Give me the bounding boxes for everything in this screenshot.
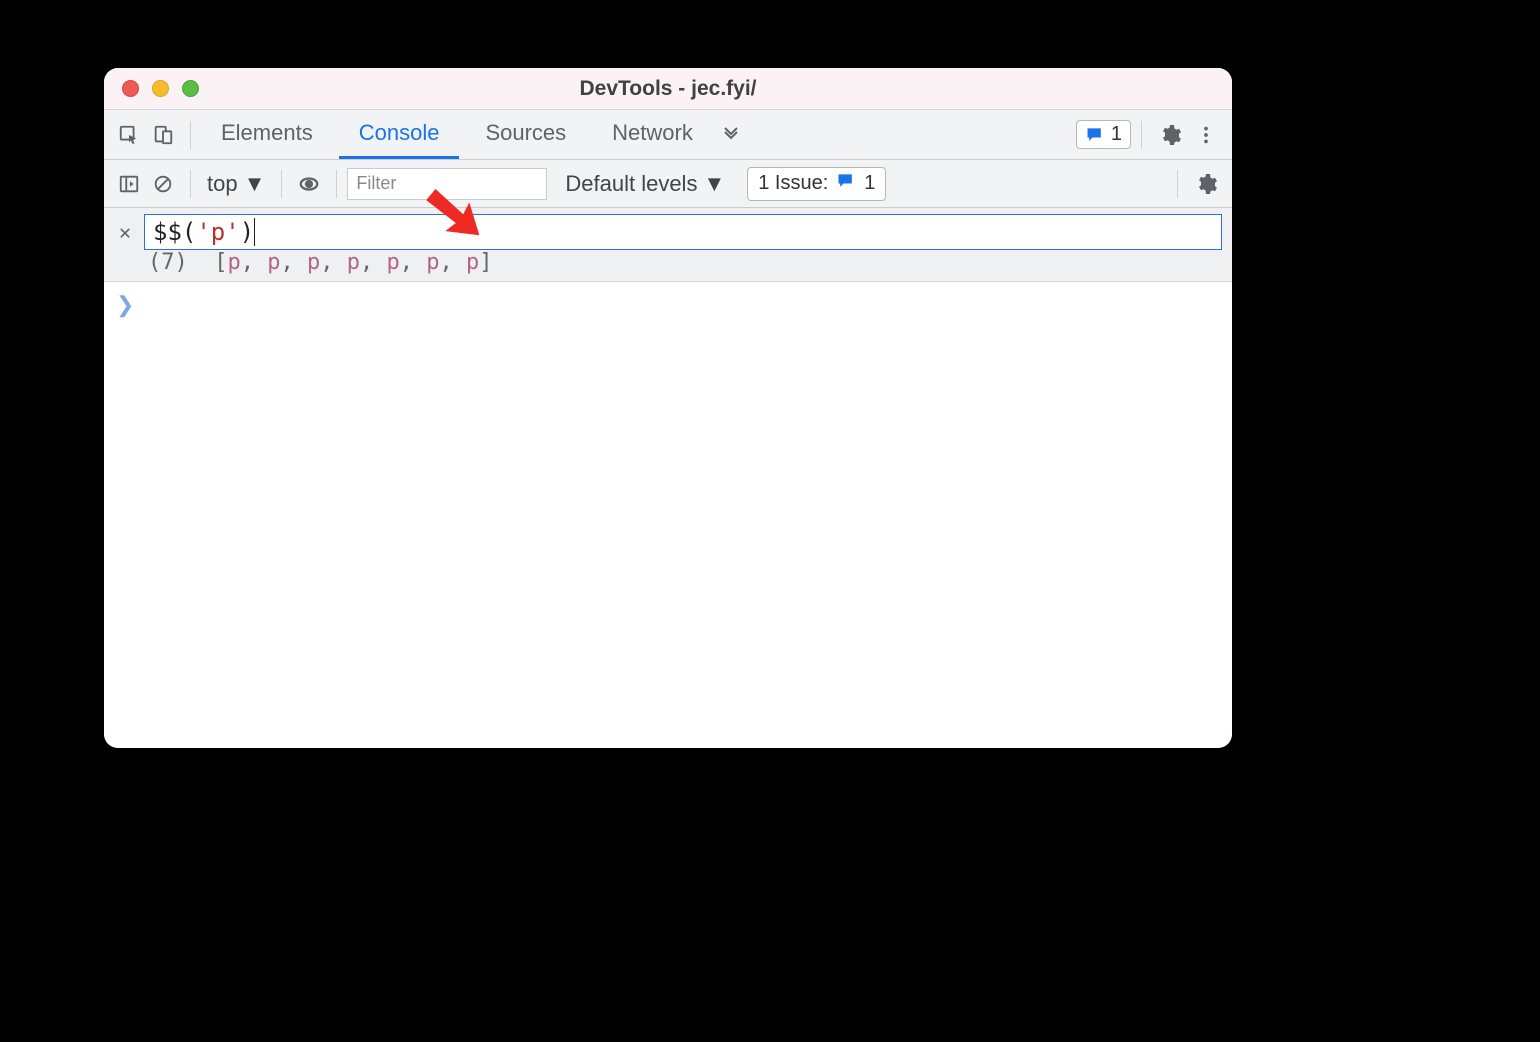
titlebar: DevTools - jec.fyi/ xyxy=(104,68,1232,110)
live-expression-icon[interactable] xyxy=(292,167,326,201)
tab-sources[interactable]: Sources xyxy=(465,110,586,159)
issues-badge[interactable]: 1 Issue: 1 xyxy=(747,167,886,201)
code-token: ( xyxy=(182,218,196,246)
prompt-chevron-icon: ❯ xyxy=(116,292,134,318)
minimize-window-button[interactable] xyxy=(152,80,169,97)
device-toggle-icon[interactable] xyxy=(146,118,180,152)
feedback-count: 1 xyxy=(1111,123,1122,146)
live-expression-result: (7) [p, p, p, p, p, p, p] xyxy=(114,250,1222,275)
separator xyxy=(281,170,282,198)
close-window-button[interactable] xyxy=(122,80,139,97)
tab-elements[interactable]: Elements xyxy=(201,110,333,159)
dropdown-triangle-icon: ▼ xyxy=(244,171,266,197)
inspect-element-icon[interactable] xyxy=(112,118,146,152)
context-label: top xyxy=(207,171,238,197)
separator xyxy=(336,170,337,198)
context-selector[interactable]: top ▼ xyxy=(201,171,271,197)
more-tabs-icon[interactable] xyxy=(713,123,749,147)
levels-label: Default levels xyxy=(565,171,697,197)
console-toolbar: top ▼ Default levels ▼ 1 Issue: 1 xyxy=(104,160,1232,208)
separator xyxy=(190,121,191,149)
zoom-window-button[interactable] xyxy=(182,80,199,97)
settings-icon[interactable] xyxy=(1152,117,1188,153)
issues-label: 1 Issue: xyxy=(758,172,828,195)
code-token: 'p' xyxy=(196,218,239,246)
main-toolbar: Elements Console Sources Network 1 xyxy=(104,110,1232,160)
code-token: $$ xyxy=(153,218,182,246)
separator xyxy=(1141,121,1142,149)
panel-tabs: Elements Console Sources Network xyxy=(201,110,713,159)
devtools-window: DevTools - jec.fyi/ Elements Console Sou… xyxy=(104,68,1232,748)
chat-icon xyxy=(836,171,856,197)
filter-input[interactable] xyxy=(347,168,547,200)
console-settings-icon[interactable] xyxy=(1188,166,1224,202)
traffic-lights xyxy=(122,80,199,97)
tab-network[interactable]: Network xyxy=(592,110,713,159)
console-body: ✕ $$('p') (7) [p, p, p, p, p, p, p] ❯ xyxy=(104,208,1232,748)
separator xyxy=(1177,170,1178,198)
kebab-menu-icon[interactable] xyxy=(1188,117,1224,153)
separator xyxy=(190,170,191,198)
window-title: DevTools - jec.fyi/ xyxy=(104,77,1232,101)
result-count: (7) xyxy=(148,250,188,275)
log-levels-selector[interactable]: Default levels ▼ xyxy=(565,171,725,197)
code-token: ) xyxy=(240,218,255,246)
console-prompt-row[interactable]: ❯ xyxy=(104,282,1232,328)
feedback-badge[interactable]: 1 xyxy=(1076,120,1131,149)
live-expression-row: ✕ $$('p') (7) [p, p, p, p, p, p, p] xyxy=(104,208,1232,282)
issues-count: 1 xyxy=(864,172,875,195)
dropdown-triangle-icon: ▼ xyxy=(703,171,725,197)
close-icon[interactable]: ✕ xyxy=(114,220,136,244)
toggle-sidebar-icon[interactable] xyxy=(112,167,146,201)
live-expression-input[interactable]: $$('p') xyxy=(144,214,1222,250)
tab-console[interactable]: Console xyxy=(339,110,460,159)
clear-console-icon[interactable] xyxy=(146,167,180,201)
